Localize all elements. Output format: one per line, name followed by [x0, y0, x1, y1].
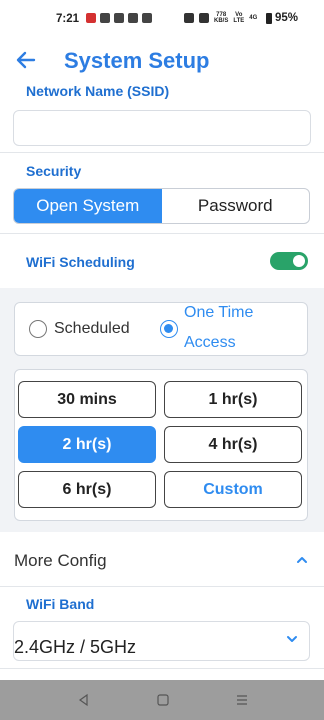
status-bar: 7:21 778 KB/S Vo LTE 4G 95%: [0, 0, 324, 38]
security-option-password[interactable]: Password: [162, 189, 310, 223]
network-speed: 778 KB/S: [214, 12, 229, 24]
app-notification-icon: [86, 13, 96, 23]
chevron-down-icon[interactable]: [285, 632, 299, 646]
wifi-scheduling-label: WiFi Scheduling: [26, 254, 135, 270]
system-icons: 778 KB/S Vo LTE 4G: [184, 12, 257, 24]
bluetooth-icon: [199, 13, 209, 23]
nav-home-icon[interactable]: [155, 692, 171, 708]
chevron-up-icon[interactable]: [295, 553, 309, 567]
arrow-left-icon[interactable]: [14, 48, 38, 72]
signal-icon: 4G: [249, 15, 258, 21]
wifi-band-value[interactable]: 2.4GHz / 5GHz: [14, 637, 136, 658]
notification-icons: [86, 13, 152, 23]
battery-indicator: 95%: [266, 12, 298, 24]
security-label: Security: [26, 163, 82, 179]
duration-6-hr-button[interactable]: 6 hr(s): [18, 471, 156, 508]
divider: [0, 152, 324, 153]
security-selector: Open System Password: [13, 188, 310, 224]
radio-one-time-access[interactable]: [160, 320, 178, 338]
battery-icon: [266, 12, 272, 24]
ssid-label: Network Name (SSID): [26, 83, 170, 99]
wifi-band-label: WiFi Band: [26, 596, 95, 612]
linkedin-icon: [114, 13, 124, 23]
divider: [0, 233, 324, 234]
app-header: System Setup: [0, 40, 324, 80]
duration-30-mins-button[interactable]: 30 mins: [18, 381, 156, 418]
page-title: System Setup: [64, 48, 210, 73]
nfc-icon: [184, 13, 194, 23]
cloud-icon: [128, 13, 138, 23]
duration-2-hr-button[interactable]: 2 hr(s): [18, 426, 156, 463]
nav-recents-icon[interactable]: [234, 692, 250, 708]
volte-icon: Vo LTE: [233, 12, 245, 24]
more-config-header[interactable]: More Config: [14, 551, 107, 571]
ssid-input[interactable]: [13, 110, 311, 146]
system-nav-bar: [0, 680, 324, 720]
duration-1-hr-button[interactable]: 1 hr(s): [164, 381, 302, 418]
radio-one-time-access-label[interactable]: One Time Access: [184, 298, 294, 358]
wifi-scheduling-toggle[interactable]: [270, 252, 308, 270]
battery-percent: 95%: [275, 12, 299, 24]
divider: [0, 586, 324, 587]
status-time: 7:21: [56, 13, 80, 25]
security-option-open-system[interactable]: Open System: [14, 189, 162, 223]
radio-scheduled[interactable]: [29, 320, 47, 338]
duration-4-hr-button[interactable]: 4 hr(s): [164, 426, 302, 463]
toggle-knob: [293, 255, 305, 267]
message-icon: [142, 13, 152, 23]
app-notification-icon: [100, 13, 110, 23]
nav-back-icon[interactable]: [76, 692, 92, 708]
radio-scheduled-label[interactable]: Scheduled: [54, 320, 130, 338]
duration-custom-button[interactable]: Custom: [164, 471, 302, 508]
divider: [0, 668, 324, 669]
